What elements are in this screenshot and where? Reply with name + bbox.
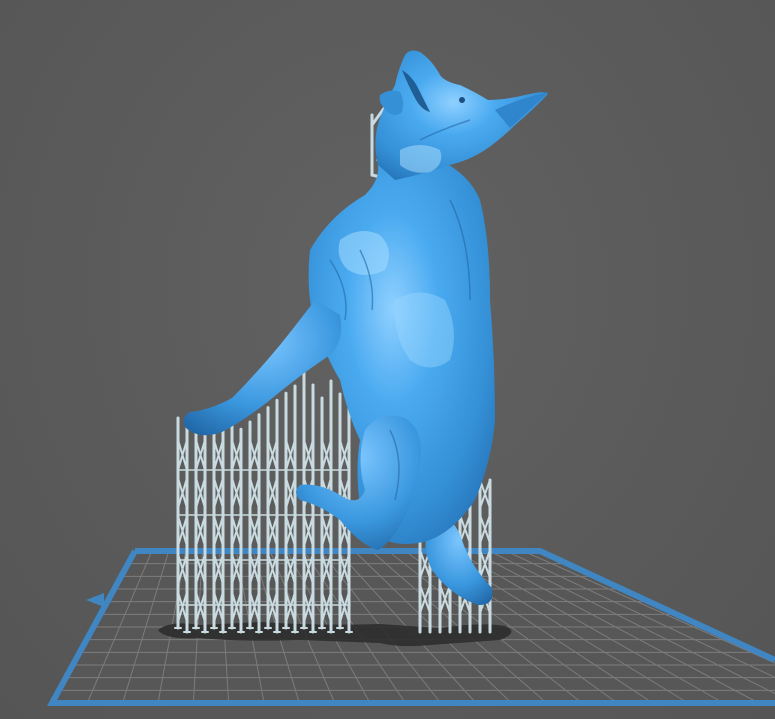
- slicer-viewport[interactable]: [0, 0, 775, 719]
- dog-front-leg: [183, 300, 342, 436]
- 3d-scene[interactable]: [0, 0, 775, 719]
- plate-origin-marker-icon: [86, 593, 104, 607]
- dog-highlight-neck: [400, 145, 442, 173]
- dog-eye: [459, 97, 465, 103]
